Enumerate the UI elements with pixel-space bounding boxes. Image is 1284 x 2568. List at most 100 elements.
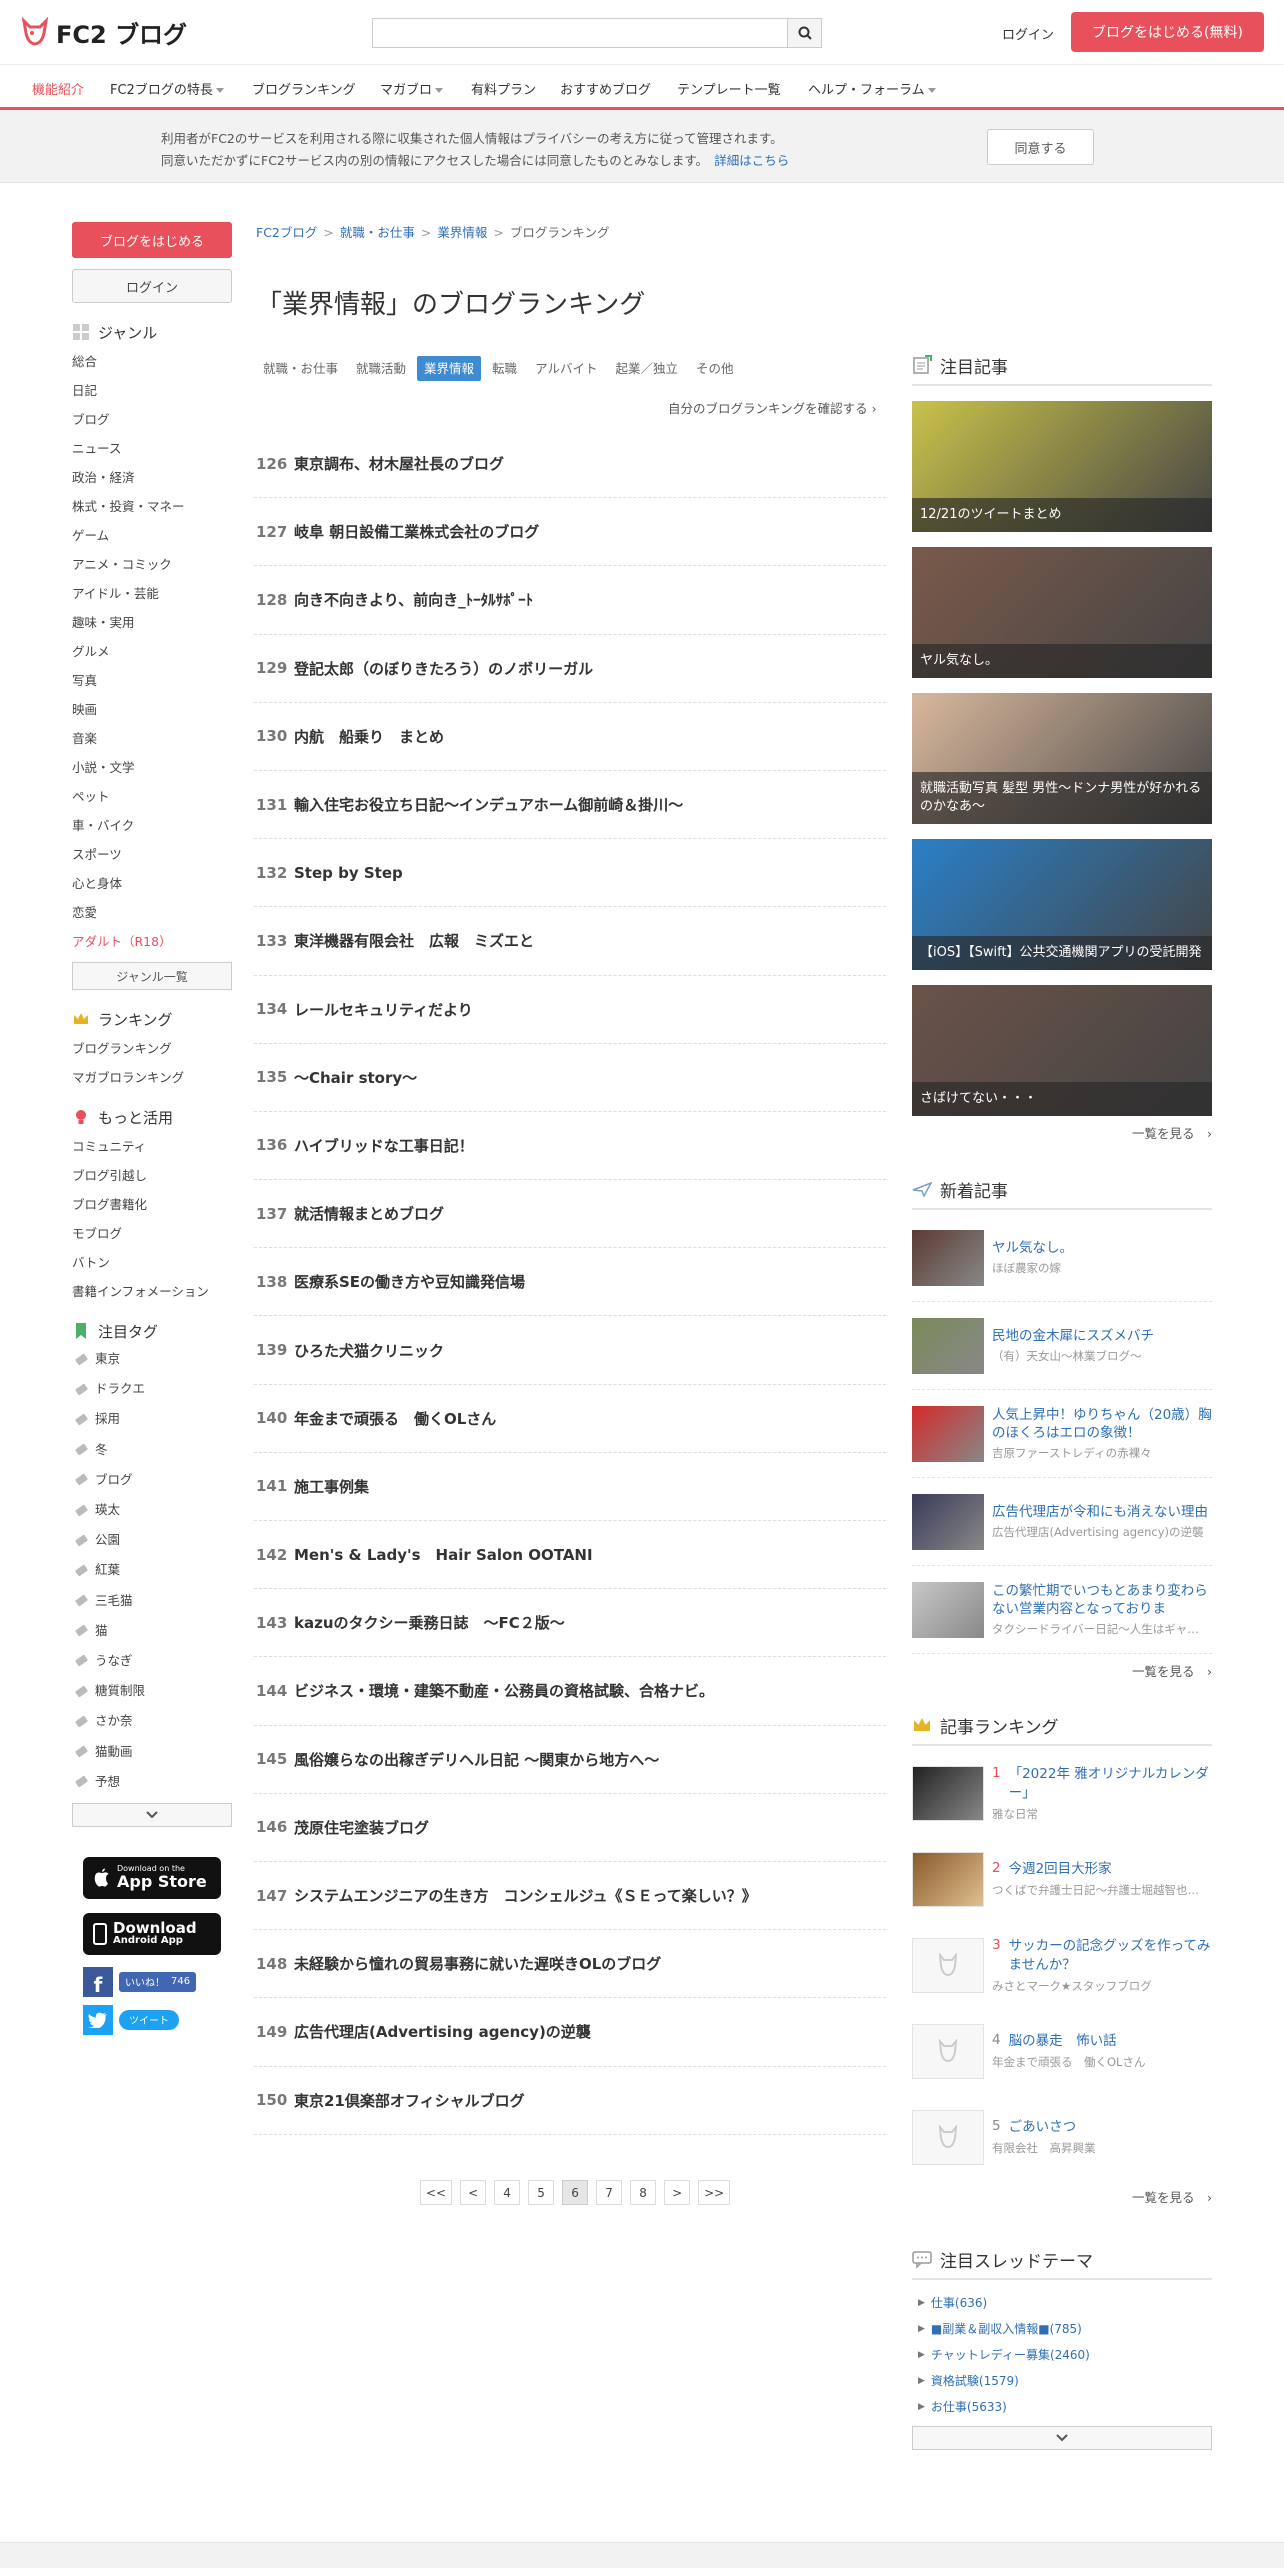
blog-title-link[interactable]: 岐阜 朝日設備工業株式会社のブログ: [294, 521, 539, 542]
tag-link[interactable]: 東京: [72, 1344, 232, 1374]
blog-title-link[interactable]: 輸入住宅お役立ち日記～インデュアホーム御前崎＆掛川～: [294, 794, 683, 815]
new-article-item[interactable]: 広告代理店が令和にも消えない理由 広告代理店(Advertising agency…: [912, 1478, 1212, 1566]
sidebar-login-button[interactable]: ログイン: [72, 269, 232, 303]
tag-link[interactable]: 猫動画: [72, 1736, 232, 1766]
more-link[interactable]: コミュニティ: [72, 1132, 232, 1161]
new-article-title[interactable]: 人気上昇中！ゆりちゃん（20歳）胸のほくろはエロの象徴！: [992, 1406, 1212, 1442]
ranking-article-title[interactable]: サッカーの記念グッズを作ってみませんか？: [1009, 1937, 1212, 1975]
genre-link[interactable]: ニュース: [72, 434, 232, 463]
nav-item[interactable]: 有料プラン: [471, 79, 536, 98]
nav-item[interactable]: FC2ブログの特長: [110, 79, 224, 98]
featured-article[interactable]: 12/21のツイートまとめ: [912, 401, 1212, 532]
agree-button[interactable]: 同意する: [987, 129, 1094, 165]
genre-link[interactable]: 映画: [72, 695, 232, 724]
ranking-more-link[interactable]: 一覧を見る ›: [912, 2184, 1212, 2212]
nav-item[interactable]: おすすめブログ: [560, 79, 651, 98]
featured-article[interactable]: 【iOS】【Swift】公共交通機関アプリの受託開発: [912, 839, 1212, 970]
breadcrumb-link[interactable]: 就職・お仕事: [340, 225, 415, 240]
more-link[interactable]: モブログ: [72, 1219, 232, 1248]
tag-link[interactable]: うなぎ: [72, 1646, 232, 1676]
blog-title-link[interactable]: 東京21倶楽部オフィシャルブログ: [294, 2090, 525, 2111]
category-tab[interactable]: 就職活動: [349, 356, 413, 381]
start-blog-button[interactable]: ブログをはじめる(無料): [1071, 12, 1264, 52]
more-link[interactable]: 書籍インフォメーション: [72, 1277, 232, 1306]
blog-title-link[interactable]: ビジネス・環境・建築不動産・公務員の資格試験、合格ナビ。: [294, 1680, 714, 1701]
ranking-article-title[interactable]: 今週2回目大形家: [1009, 1860, 1112, 1879]
fc2-logo[interactable]: FC2 ブログ: [20, 16, 187, 49]
blog-title-link[interactable]: システムエンジニアの生き方 コンシェルジュ《ＳＥって楽しい？》: [294, 1885, 757, 1906]
featured-more-link[interactable]: 一覧を見る ›: [912, 1120, 1212, 1148]
nav-item[interactable]: テンプレート一覧: [677, 79, 781, 98]
blog-title-link[interactable]: 風俗嬢らなの出稼ぎデリヘル日記 ～関東から地方へ～: [294, 1749, 659, 1770]
app-store-badge[interactable]: Download on the App Store: [83, 1856, 221, 1899]
thread-link[interactable]: ▶ お仕事(5633): [918, 2394, 1212, 2420]
featured-article[interactable]: さばけてない・・・: [912, 985, 1212, 1116]
blog-title-link[interactable]: 年金まで頑張る 働くOLさん: [294, 1408, 496, 1429]
more-link[interactable]: ブログ引越し: [72, 1161, 232, 1190]
tweet-button[interactable]: ツイート: [119, 2009, 179, 2030]
genre-link[interactable]: 総合: [72, 347, 232, 376]
genre-link-adult[interactable]: アダルト（R18）: [72, 927, 232, 956]
genre-all-button[interactable]: ジャンル一覧: [72, 962, 232, 990]
search-input[interactable]: [373, 19, 787, 47]
genre-link[interactable]: 音楽: [72, 724, 232, 753]
blog-title-link[interactable]: ひろた犬猫クリニック: [294, 1340, 444, 1361]
nav-item[interactable]: ブログランキング: [252, 79, 356, 98]
article-ranking-item[interactable]: 2 今週2回目大形家 つくばで弁護士日記～弁護士堀越智也…: [912, 1836, 1212, 1922]
genre-link[interactable]: 恋愛: [72, 898, 232, 927]
new-article-title[interactable]: 民地の金木犀にスズメバチ: [992, 1327, 1212, 1345]
featured-article[interactable]: ヤル気なし。: [912, 547, 1212, 678]
blog-title-link[interactable]: 東京調布、材木屋社長のブログ: [294, 453, 504, 474]
page-button[interactable]: <: [460, 2180, 487, 2205]
tag-link[interactable]: 糖質制限: [72, 1676, 232, 1706]
thread-expand-button[interactable]: [912, 2426, 1212, 2450]
genre-link[interactable]: ペット: [72, 782, 232, 811]
genre-link[interactable]: 心と身体: [72, 869, 232, 898]
ranking-article-title[interactable]: 脳の暴走 怖い話: [1009, 2032, 1117, 2051]
tag-link[interactable]: 採用: [72, 1404, 232, 1434]
blog-title-link[interactable]: kazuのタクシー乗務日誌 ～FC２版～: [294, 1612, 565, 1633]
category-tab[interactable]: 起業／独立: [608, 356, 685, 381]
category-tab[interactable]: 転職: [485, 356, 524, 381]
page-button[interactable]: <<: [420, 2180, 453, 2205]
blog-title-link[interactable]: ～Chair story～: [294, 1067, 417, 1088]
article-ranking-item[interactable]: 5 ごあいさつ 有限会社 高昇興業: [912, 2094, 1212, 2180]
twitter-icon[interactable]: [83, 2004, 113, 2035]
article-ranking-item[interactable]: 4 脳の暴走 怖い話 年金まで頑張る 働くOLさん: [912, 2008, 1212, 2094]
blog-title-link[interactable]: 東洋機器有限会社 広報 ミズエと: [294, 930, 534, 951]
category-tab[interactable]: アルバイト: [528, 356, 604, 381]
category-tab[interactable]: その他: [689, 356, 741, 381]
blog-title-link[interactable]: ハイブリッドな工事日記！: [294, 1135, 474, 1156]
genre-link[interactable]: 写真: [72, 666, 232, 695]
notice-details-link[interactable]: 詳細はこちら: [714, 153, 789, 168]
tag-link[interactable]: ブログ: [72, 1465, 232, 1495]
genre-link[interactable]: スポーツ: [72, 840, 232, 869]
sidebar-start-button[interactable]: ブログをはじめる: [72, 222, 232, 258]
blog-title-link[interactable]: 向き不向きより、前向き_ﾄｰﾀﾙｻﾎﾟｰﾄ: [294, 589, 533, 610]
article-ranking-item[interactable]: 1 「2022年 雅オリジナルカレンダー」 雅な日常: [912, 1750, 1212, 1836]
nav-item[interactable]: ヘルプ・フォーラム: [808, 79, 936, 98]
new-article-title[interactable]: この繁忙期でいつもとあまり変わらない営業内容となっておりま: [992, 1582, 1212, 1618]
genre-link[interactable]: 車・バイク: [72, 811, 232, 840]
tag-link[interactable]: 公園: [72, 1525, 232, 1555]
thread-link[interactable]: ▶ ■副業＆副収入情報■(785): [918, 2316, 1212, 2342]
page-button[interactable]: 7: [596, 2180, 623, 2205]
tag-link[interactable]: 予想: [72, 1767, 232, 1797]
ranking-article-title[interactable]: ごあいさつ: [1009, 2118, 1077, 2137]
blog-title-link[interactable]: レールセキュリティだより: [294, 999, 473, 1020]
new-article-title[interactable]: ヤル気なし。: [992, 1239, 1212, 1257]
nav-item[interactable]: マガブロ: [380, 79, 444, 98]
tag-link[interactable]: 冬: [72, 1435, 232, 1465]
genre-link[interactable]: アイドル・芸能: [72, 579, 232, 608]
ranking-link[interactable]: ブログランキング: [72, 1034, 232, 1063]
blog-title-link[interactable]: 茂原住宅塗装ブログ: [294, 1817, 429, 1838]
ranking-link[interactable]: マガブロランキング: [72, 1063, 232, 1092]
genre-link[interactable]: 政治・経済: [72, 463, 232, 492]
facebook-icon[interactable]: f: [83, 1966, 113, 1997]
new-more-link[interactable]: 一覧を見る ›: [912, 1658, 1212, 1686]
my-ranking-link[interactable]: 自分のブログランキングを確認する ›: [668, 398, 877, 417]
new-article-item[interactable]: 人気上昇中！ゆりちゃん（20歳）胸のほくろはエロの象徴！ 吉原ファーストレディの赤…: [912, 1390, 1212, 1478]
blog-title-link[interactable]: 未経験から憧れの貿易事務に就いた遅咲きOLのブログ: [294, 1953, 661, 1974]
breadcrumb-link[interactable]: FC2ブログ: [256, 225, 317, 240]
tag-link[interactable]: 紅葉: [72, 1555, 232, 1585]
